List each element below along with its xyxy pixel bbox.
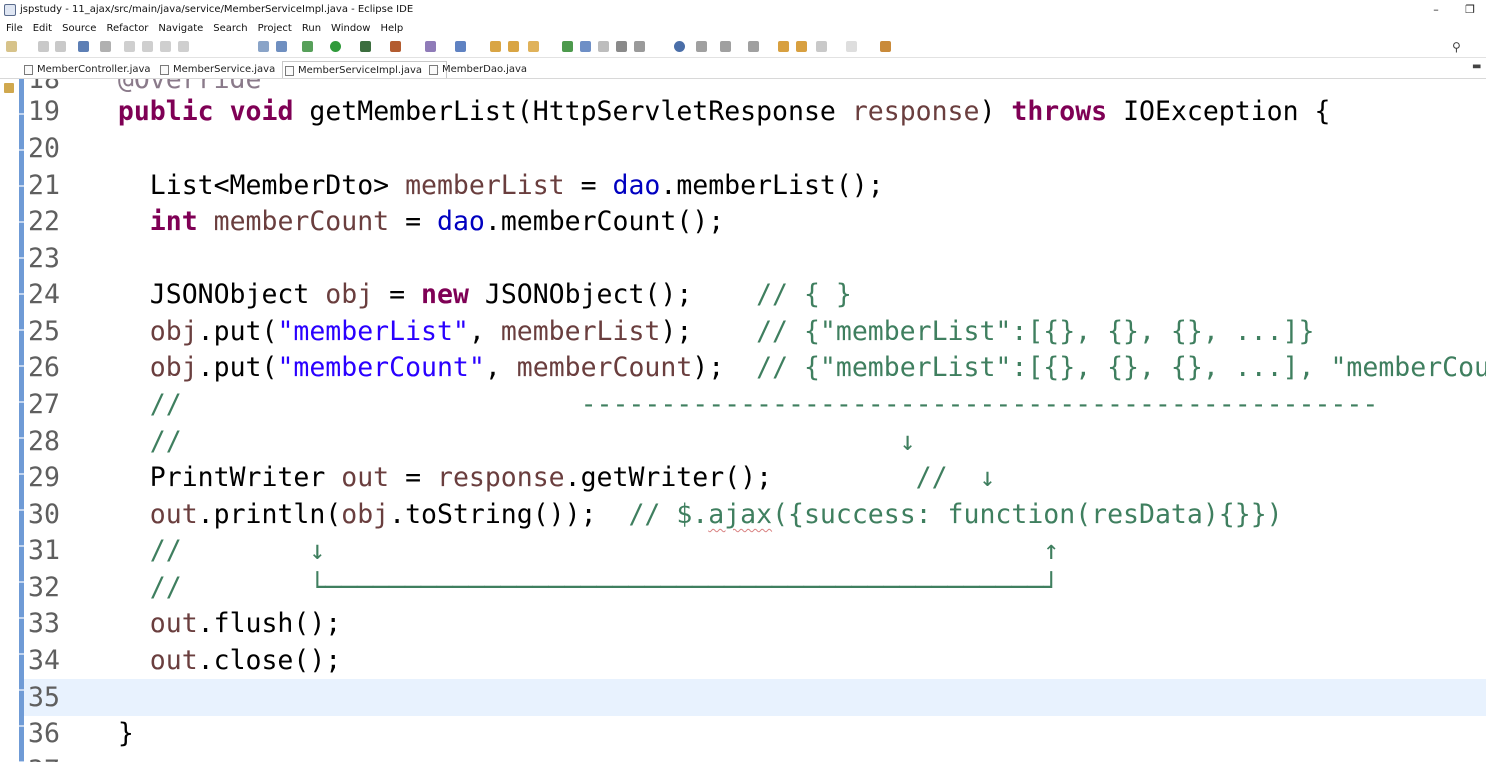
code-line-32: 32 // └─────────────────────────────────…	[28, 572, 1060, 603]
debug-icon[interactable]	[302, 41, 313, 52]
editor-tab-bar: MemberController.java MemberService.java…	[0, 59, 1486, 79]
search-icon[interactable]: ⚲	[1452, 40, 1461, 54]
restore-button[interactable]: ❐	[1458, 2, 1482, 18]
java-file-icon	[160, 65, 169, 75]
code-line-21: 21 List<MemberDto> memberList = dao.memb…	[28, 170, 884, 201]
new-java-class-icon[interactable]	[455, 41, 466, 52]
pin-editor-icon[interactable]	[696, 41, 707, 52]
code-line-30: 30 out.println(obj.toString()); // $.aja…	[28, 499, 1283, 530]
menu-refactor[interactable]: Refactor	[106, 21, 148, 37]
window-title: jspstudy - 11_ajax/src/main/java/service…	[20, 4, 414, 15]
eclipse-app-icon	[4, 4, 16, 16]
code-line-23: 23	[28, 243, 60, 274]
open-perspective-icon[interactable]	[880, 41, 891, 52]
code-line-37: 37	[24, 752, 1486, 762]
code-line-22: 22 int memberCount = dao.memberCount();	[28, 206, 725, 237]
tab-memberdao[interactable]: MemberDao.java	[427, 61, 527, 78]
new-server-icon[interactable]	[425, 41, 436, 52]
main-toolbar: ⚲	[0, 37, 1486, 58]
tab-label: MemberServiceImpl.java	[298, 65, 423, 76]
disconnect-icon[interactable]	[178, 41, 189, 52]
menu-source[interactable]: Source	[62, 21, 96, 37]
left-trim	[0, 79, 18, 762]
tab-memberservice[interactable]: MemberService.java	[158, 61, 275, 78]
menu-help[interactable]: Help	[380, 21, 403, 37]
globe-icon[interactable]	[674, 41, 685, 52]
menu-navigate[interactable]: Navigate	[158, 21, 203, 37]
code-line-36: 36 }	[28, 718, 134, 749]
open-task-icon[interactable]	[508, 41, 519, 52]
suspend-icon[interactable]	[142, 41, 153, 52]
code-line-33: 33 out.flush();	[28, 608, 342, 639]
menu-edit[interactable]: Edit	[33, 21, 52, 37]
tab-memberserviceimpl[interactable]: MemberServiceImpl.java ×	[282, 61, 447, 78]
menu-bar: File Edit Source Refactor Navigate Searc…	[0, 21, 1486, 37]
forward-arrow-icon[interactable]	[846, 41, 857, 52]
show-whitespace-icon[interactable]	[616, 41, 627, 52]
menu-project[interactable]: Project	[258, 21, 292, 37]
code-line-34: 34 out.close();	[28, 645, 342, 676]
toggle-block-selection-icon[interactable]	[276, 41, 287, 52]
search-toolbar-icon[interactable]	[528, 41, 539, 52]
code-line-29: 29 PrintWriter out = response.getWriter(…	[28, 462, 996, 493]
terminate-icon[interactable]	[160, 41, 171, 52]
menu-window[interactable]: Window	[331, 21, 370, 37]
annotation-icon[interactable]	[562, 41, 573, 52]
save-all-icon[interactable]	[55, 41, 66, 52]
resume-icon[interactable]	[124, 41, 135, 52]
next-annotation-icon[interactable]	[720, 41, 731, 52]
back-arrow-icon[interactable]	[816, 41, 827, 52]
pilcrow-icon[interactable]	[634, 41, 645, 52]
code-line-26: 26 obj.put("memberCount", memberCount); …	[28, 352, 1486, 383]
minimize-button[interactable]: –	[1424, 2, 1448, 18]
tab-label: MemberDao.java	[442, 64, 528, 75]
save-icon[interactable]	[38, 41, 49, 52]
code-line-28: 28 // ↓	[28, 426, 916, 457]
new-icon[interactable]	[6, 41, 17, 52]
tab-label: MemberService.java	[173, 64, 276, 75]
tab-label: MemberController.java	[37, 64, 151, 75]
menu-search[interactable]: Search	[213, 21, 247, 37]
java-file-icon	[285, 66, 294, 76]
code-line-31: 31 // ↓ ↑	[28, 535, 1060, 566]
back-to-icon[interactable]	[796, 41, 807, 52]
last-edit-location-icon[interactable]	[778, 41, 789, 52]
title-bar: jspstudy - 11_ajax/src/main/java/service…	[0, 0, 1486, 21]
restore-view-icon[interactable]	[4, 83, 14, 93]
code-line-35-current: 35	[24, 679, 1486, 716]
tab-membercontroller[interactable]: MemberController.java	[22, 61, 151, 78]
toggle-mark-occurrences-icon[interactable]	[258, 41, 269, 52]
highlight-icon[interactable]	[580, 41, 591, 52]
external-tools-icon[interactable]	[390, 41, 401, 52]
terminal-icon[interactable]	[78, 41, 89, 52]
code-editor[interactable]: 18 @Override 19 public void getMemberLis…	[24, 79, 1486, 762]
previous-annotation-icon[interactable]	[748, 41, 759, 52]
code-line-27: 27 // ----------------------------------…	[28, 389, 1379, 420]
menu-file[interactable]: File	[6, 21, 23, 37]
java-file-icon	[429, 65, 438, 75]
code-line-24: 24 JSONObject obj = new JSONObject(); //…	[28, 279, 852, 310]
coverage-icon[interactable]	[360, 41, 371, 52]
open-type-icon[interactable]	[490, 41, 501, 52]
code-line-19: 19 public void getMemberList(HttpServlet…	[28, 96, 1331, 127]
menu-run[interactable]: Run	[302, 21, 321, 37]
java-file-icon	[24, 65, 33, 75]
code-line-20: 20	[28, 133, 60, 164]
code-line-25: 25 obj.put("memberList", memberList); //…	[28, 316, 1315, 347]
minimize-editor-icon[interactable]: ▬	[1472, 61, 1481, 72]
word-wrap-icon[interactable]	[598, 41, 609, 52]
run-icon[interactable]	[330, 41, 341, 52]
skip-breakpoints-icon[interactable]	[100, 41, 111, 52]
